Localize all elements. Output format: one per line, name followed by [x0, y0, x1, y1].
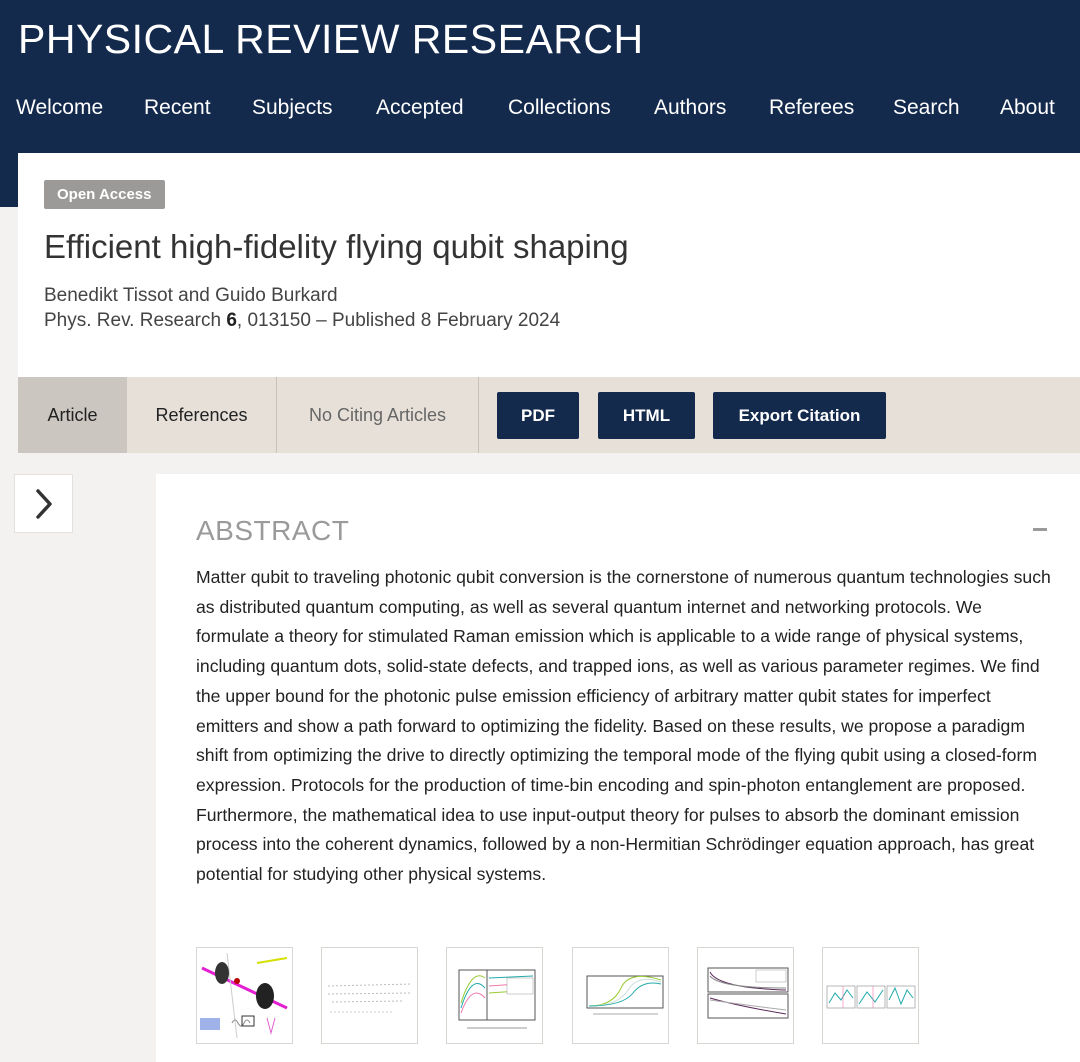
figure-6-image — [823, 948, 918, 1043]
abstract-text: Matter qubit to traveling photonic qubit… — [196, 567, 1051, 885]
nav-recent[interactable]: Recent — [144, 96, 211, 120]
tab-references[interactable]: References — [127, 377, 276, 453]
open-access-badge: Open Access — [44, 180, 165, 209]
nav-welcome[interactable]: Welcome — [16, 96, 103, 120]
article-authors[interactable]: Benedikt Tissot and Guido Burkard — [44, 285, 338, 307]
figure-thumbnail[interactable] — [822, 947, 919, 1044]
figure-5-image — [698, 948, 793, 1043]
nav-authors[interactable]: Authors — [654, 96, 726, 120]
figure-thumbnail[interactable] — [572, 947, 669, 1044]
nav-collections[interactable]: Collections — [508, 96, 611, 120]
journal-name: Phys. Rev. Research — [44, 310, 222, 331]
nav-referees[interactable]: Referees — [769, 96, 854, 120]
header-accent — [0, 153, 18, 207]
html-button[interactable]: HTML — [598, 392, 695, 439]
tab-citing-articles: No Citing Articles — [308, 405, 447, 425]
nav-about[interactable]: About — [1000, 96, 1055, 120]
chevron-right-icon — [35, 488, 52, 519]
article-title: Efficient high-fidelity flying qubit sha… — [44, 228, 629, 265]
journal-volume: 6 — [226, 310, 237, 331]
citation-details: , 013150 – Published 8 February 2024 — [236, 310, 561, 331]
tab-divider — [478, 377, 479, 453]
figure-3-image — [447, 948, 542, 1043]
figure-1-image — [197, 948, 292, 1043]
minus-icon[interactable] — [1030, 520, 1050, 540]
article-citation: Phys. Rev. Research 6, 013150 – Publishe… — [44, 310, 560, 332]
figure-thumbnail[interactable] — [446, 947, 543, 1044]
sidebar-toggle-button[interactable] — [14, 474, 73, 533]
nav-search[interactable]: Search — [893, 96, 960, 120]
pdf-button[interactable]: PDF — [497, 392, 579, 439]
figure-thumbnail[interactable] — [196, 947, 293, 1044]
nav-accepted[interactable]: Accepted — [376, 96, 464, 120]
figure-thumbnail[interactable] — [321, 947, 418, 1044]
tab-article[interactable]: Article — [18, 377, 127, 453]
figure-2-image — [322, 948, 417, 1043]
abstract-heading: ABSTRACT — [196, 515, 350, 546]
site-title[interactable]: PHYSICAL REVIEW RESEARCH — [18, 16, 644, 63]
nav-subjects[interactable]: Subjects — [252, 96, 333, 120]
export-citation-button[interactable]: Export Citation — [713, 392, 886, 439]
figure-thumbnail[interactable] — [697, 947, 794, 1044]
figure-4-image — [573, 948, 668, 1043]
